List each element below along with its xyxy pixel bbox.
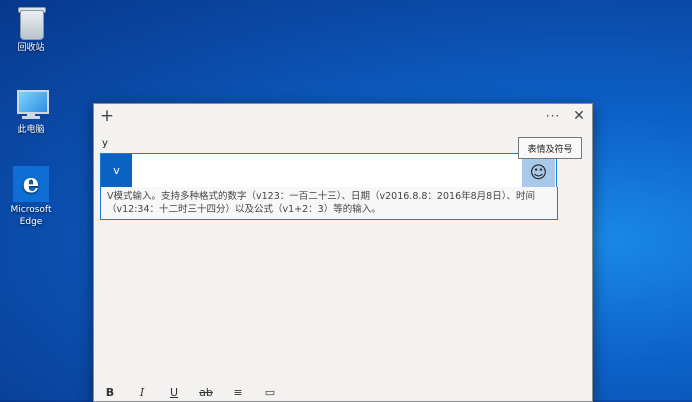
titlebar: + ··· ✕ [94, 104, 592, 128]
underline-button[interactable]: U [158, 386, 190, 399]
edge-icon: e [13, 166, 49, 202]
recycle-bin-icon [13, 4, 49, 40]
more-options-button[interactable]: ··· [540, 104, 566, 128]
desktop-icon-edge[interactable]: e Microsoft Edge [1, 166, 61, 228]
ime-candidate-box[interactable]: v [100, 153, 557, 188]
bullet-list-button[interactable]: ≡ [222, 386, 254, 399]
desktop-icon-label: 回收站 [17, 43, 45, 53]
note-window: + ··· ✕ y v ☺ 表情及符号 V模式输入。支持多种格式的数字（v123… [93, 103, 593, 402]
strikethrough-button[interactable]: ab [190, 386, 222, 399]
italic-button[interactable]: I [126, 386, 158, 399]
bold-button[interactable]: B [94, 386, 126, 399]
desktop-icon-label: Microsoft Edge [10, 205, 52, 227]
computer-icon [13, 86, 49, 122]
note-text[interactable]: y [102, 138, 108, 149]
ime-mode-badge: v [101, 154, 132, 187]
emoji-button[interactable]: ☺ [522, 156, 555, 189]
add-note-button[interactable]: + [94, 104, 120, 128]
desktop-icon-recycle-bin[interactable]: 回收站 [1, 4, 61, 54]
image-button[interactable]: ▭ [254, 386, 286, 399]
desktop-icon-label: 此电脑 [17, 125, 45, 135]
smiley-icon: ☺ [529, 162, 548, 183]
emoji-tooltip: 表情及符号 [518, 137, 582, 159]
desktop-icon-this-pc[interactable]: 此电脑 [1, 86, 61, 136]
format-toolbar: B I U ab ≡ ▭ [94, 383, 592, 401]
ime-hint-text: V模式输入。支持多种格式的数字（v123：一百二十三）、日期（v2016.8.8… [100, 187, 558, 220]
close-button[interactable]: ✕ [566, 104, 592, 128]
